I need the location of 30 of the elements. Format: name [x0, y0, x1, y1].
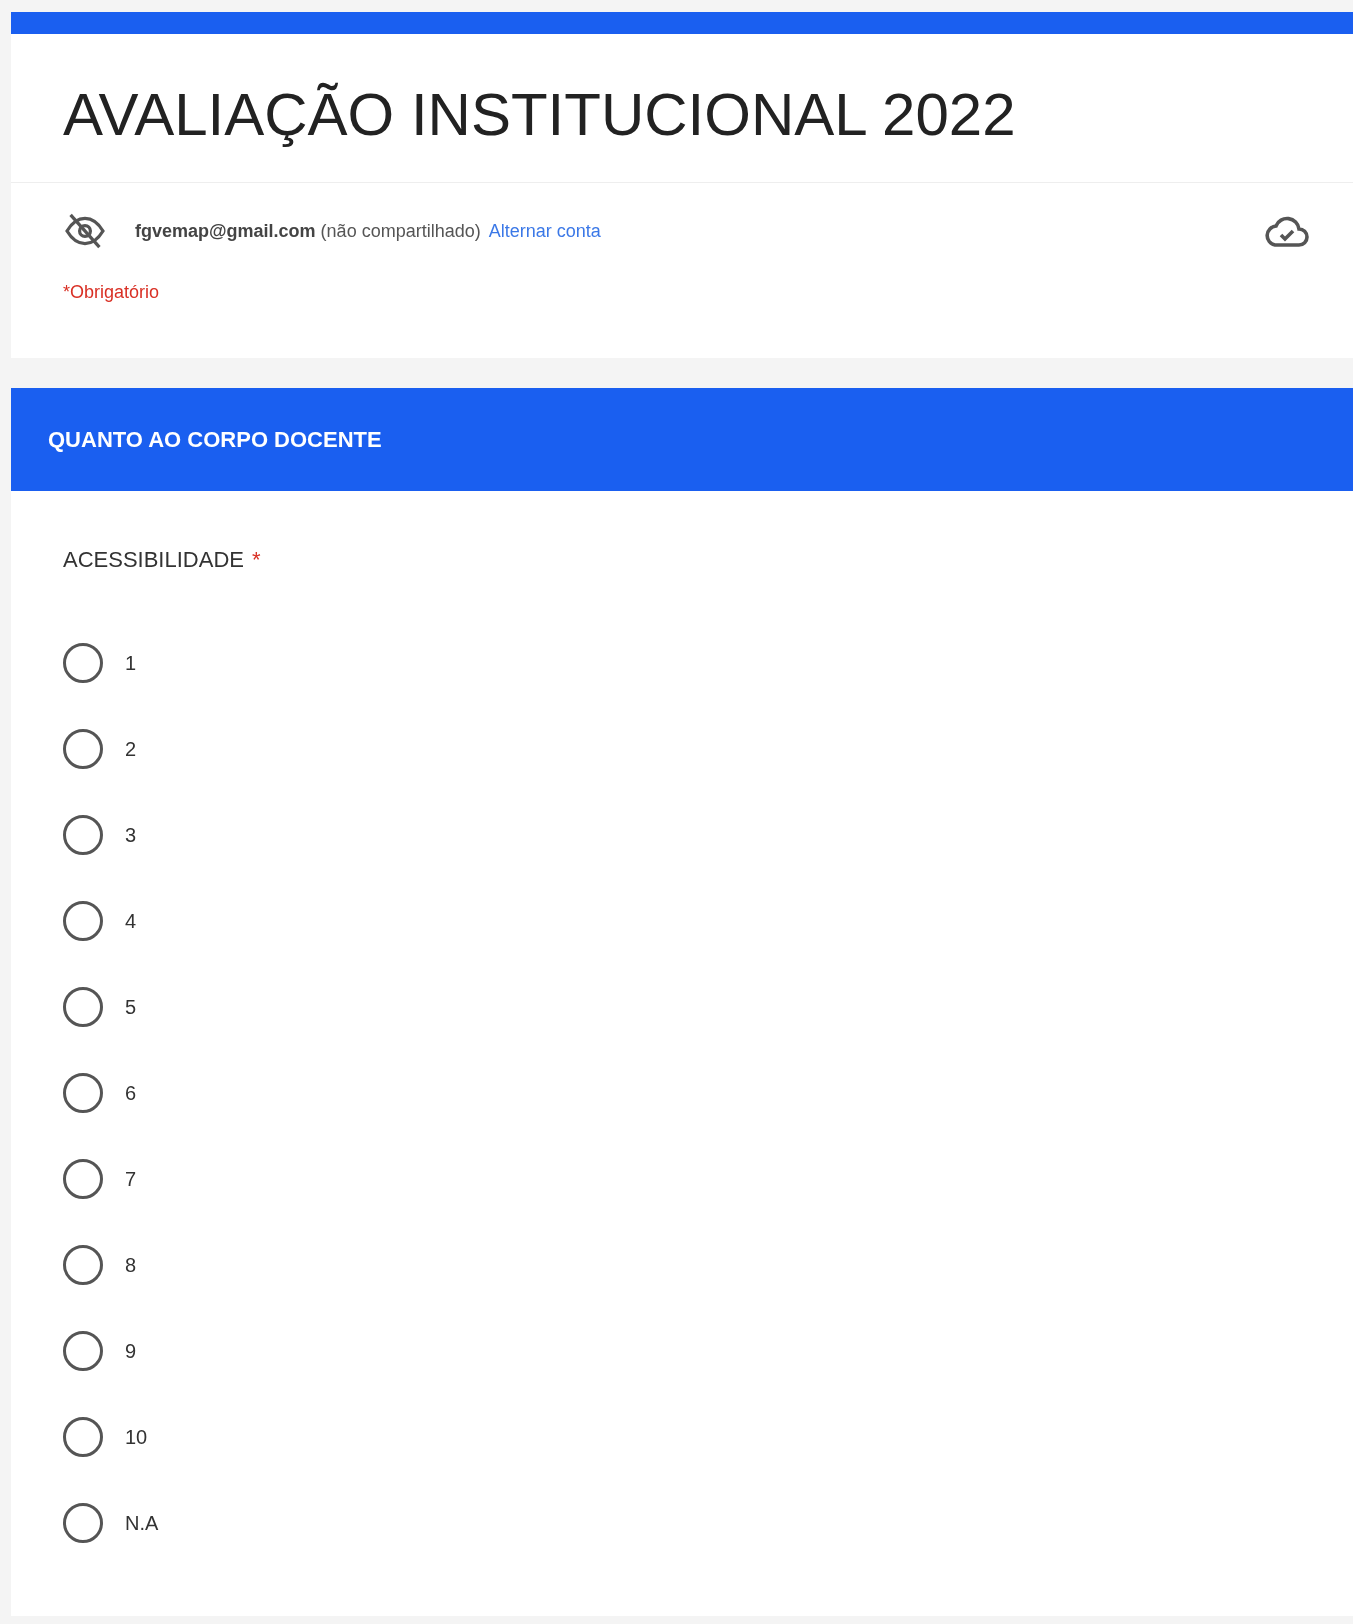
section-header: QUANTO AO CORPO DOCENTE	[11, 388, 1353, 491]
radio-button[interactable]	[63, 1503, 103, 1543]
option-label: 2	[125, 737, 137, 762]
radio-button[interactable]	[63, 1159, 103, 1199]
required-note: *Obrigatório	[63, 281, 161, 304]
question-label: ACESSIBILIDADE	[63, 547, 244, 572]
radio-button[interactable]	[63, 901, 103, 941]
account-email-text: fgvemap@gmail.com (não compartilhado)	[135, 219, 481, 243]
option-label: 1	[125, 651, 137, 676]
form-title: AVALIAÇÃO INSTITUCIONAL 2022	[62, 80, 1017, 150]
radio-button[interactable]	[63, 815, 103, 855]
required-asterisk: *	[251, 547, 261, 572]
option-label: 5	[125, 995, 137, 1020]
radio-button[interactable]	[63, 1073, 103, 1113]
switch-account-link[interactable]: Alternar conta	[488, 217, 601, 245]
option-label: 6	[125, 1081, 137, 1106]
option-label: 7	[125, 1167, 137, 1192]
radio-button[interactable]	[63, 1417, 103, 1457]
eye-slash-icon	[63, 213, 107, 249]
radio-button[interactable]	[63, 729, 103, 769]
option-label: 8	[125, 1253, 137, 1278]
radio-button[interactable]	[63, 987, 103, 1027]
radio-button[interactable]	[63, 1245, 103, 1285]
option-label: 10	[125, 1425, 148, 1450]
option-label: 4	[125, 909, 137, 934]
radio-button[interactable]	[63, 643, 103, 683]
option-label: N.A	[125, 1511, 159, 1536]
radio-button[interactable]	[63, 1331, 103, 1371]
option-label: 9	[125, 1339, 137, 1364]
option-label: 3	[125, 823, 137, 848]
